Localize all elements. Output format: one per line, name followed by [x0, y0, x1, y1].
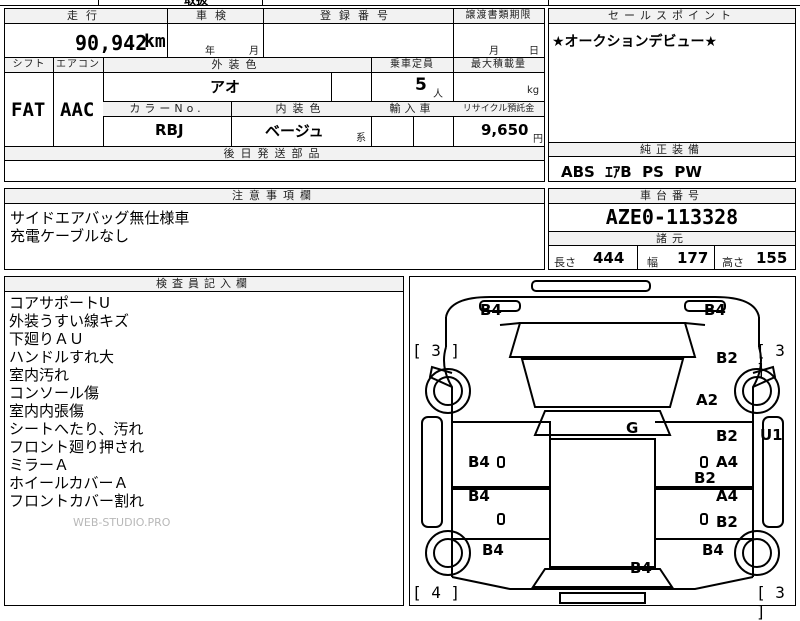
tire-label-rear-left: [ 4 ] — [412, 583, 461, 602]
top-strip-text: 取扱 — [184, 0, 209, 7]
vehicle-info-grid: 走行 車検 登録番号 譲渡書類期限 90,942 km 年 月 月 日 シフト … — [4, 8, 545, 182]
aircon-value: AAC — [60, 99, 95, 121]
transfer-day-label: 日 — [529, 46, 539, 57]
inspection-month-label: 月 — [249, 46, 259, 57]
registration-header: 登録番号 — [320, 9, 396, 22]
notes-line: サイドエアバッグ無仕様車 — [10, 209, 190, 227]
inspector-line: ホイールカバーＡ — [9, 474, 129, 492]
max-load-header: 最大積載量 — [471, 59, 526, 70]
inspector-line: 室内内張傷 — [9, 402, 85, 420]
inspector-line: ミラーＡ — [9, 456, 70, 474]
aircon-header: エアコン — [56, 59, 100, 70]
inspector-line: ハンドルすれ大 — [9, 348, 115, 366]
inspector-line: コンソール傷 — [9, 384, 100, 402]
width-label: 幅 — [647, 256, 658, 269]
damage-code-g-center: G — [626, 419, 639, 437]
height-label: 高さ — [722, 256, 744, 269]
interior-color-suffix: 系 — [356, 133, 366, 144]
tire-label-front-right: [ 3 ] — [756, 341, 785, 379]
import-header: 輸入車 — [389, 102, 435, 115]
sales-point-text: ★オークションデビュー★ — [552, 34, 718, 50]
inspection-header: 車検 — [196, 9, 234, 22]
top-strip: 取扱 — [0, 0, 800, 7]
damage-code-b4-top-left: B4 — [480, 301, 502, 319]
length-label: 長さ — [554, 256, 576, 269]
inspector-box: 検査員記入欄 コアサポートU 外装うすい線キズ 下廻りＡＵ ハンドルすれ大 室内… — [4, 276, 404, 606]
tire-label-rear-right: [ 3 ] — [756, 583, 785, 621]
inspector-line: コアサポートU — [9, 294, 110, 312]
exterior-color-value: アオ — [210, 78, 241, 96]
inspector-line: シートへたり、汚れ — [9, 420, 144, 438]
transfer-deadline-header: 譲渡書類期限 — [465, 10, 532, 21]
damage-code-b4-top-right: B4 — [704, 301, 726, 319]
exterior-color-header: 外装色 — [211, 58, 263, 71]
chassis-box: 車台番号 AZE0-113328 諸元 長さ 444 幅 177 高さ 155 — [548, 188, 796, 270]
transfer-month-label: 月 — [489, 46, 499, 57]
damage-code-b4-left-front-door: B4 — [468, 453, 490, 471]
damage-code-b2-right-mid: B2 — [694, 469, 716, 487]
sales-point-header: セールスポイント — [608, 9, 736, 22]
specs-header: 諸元 — [656, 232, 688, 245]
chassis-header: 車台番号 — [640, 189, 704, 202]
capacity-unit: 人 — [433, 89, 443, 100]
inspector-line: 下廻りＡＵ — [9, 330, 85, 348]
damage-code-b4-left-rear: B4 — [482, 541, 504, 559]
tire-label-front-left: [ 3 ] — [412, 341, 461, 360]
standard-equipment-value: ABS ｴｱB PS PW — [561, 163, 702, 181]
shift-value: FAT — [11, 99, 46, 121]
notes-header: 注意事項欄 — [232, 189, 317, 202]
inspector-header: 検査員記入欄 — [156, 277, 252, 290]
inspector-line: 外装うすい線キズ — [9, 312, 130, 330]
mileage-value: 90,942 — [75, 31, 148, 55]
height-value: 155 — [756, 249, 788, 267]
interior-color-header: 内装色 — [275, 102, 327, 115]
capacity-value: 5 — [415, 75, 427, 95]
interior-color-value: ベージュ — [265, 122, 324, 140]
damage-code-u1-right: U1 — [760, 426, 783, 444]
capacity-header: 乗車定員 — [390, 59, 434, 70]
max-load-unit: kg — [527, 85, 540, 96]
recycle-value: 9,650 — [481, 121, 529, 139]
inspector-lines: コアサポートU 外装うすい線キズ 下廻りＡＵ ハンドルすれ大 室内汚れ コンソー… — [9, 294, 144, 510]
sales-point-box: セールスポイント ★オークションデビュー★ 純正装備 ABS ｴｱB PS PW — [548, 8, 796, 182]
notes-lines: サイドエアバッグ無仕様車 充電ケーブルなし — [10, 209, 189, 245]
damage-code-b4-left-rear-door: B4 — [468, 487, 490, 505]
inspector-line: 室内汚れ — [9, 366, 70, 384]
car-diagram-box: B4 B4 [ 3 ] [ 3 ] B2 A2 G B2 U1 B4 A4 B2… — [409, 276, 796, 621]
shift-header: シフト — [12, 59, 46, 70]
mileage-header: 走行 — [67, 9, 105, 22]
standard-equipment-header: 純正装備 — [640, 143, 704, 156]
damage-code-b2-right-front: B2 — [716, 349, 738, 367]
notes-line: 充電ケーブルなし — [10, 227, 130, 245]
mileage-unit: km — [144, 31, 166, 52]
damage-code-b4-right-rear: B4 — [702, 541, 724, 559]
color-no-header: カラーNo. — [129, 102, 205, 115]
damage-code-a4-right-front-door: A4 — [716, 453, 739, 471]
inspector-line: フロント廻り押され — [9, 438, 145, 456]
damage-code-a4-right-rear-door: A4 — [716, 487, 739, 505]
watermark: WEB-STUDIO.PRO — [73, 516, 171, 529]
color-no-value: RBJ — [155, 121, 184, 139]
inspector-line: フロントカバー割れ — [9, 492, 145, 510]
damage-code-b2-right-rear-door: B2 — [716, 513, 738, 531]
inspection-year-label: 年 — [205, 46, 215, 57]
recycle-header: リサイクル預託金 — [462, 104, 535, 114]
damage-code-b2-right-door: B2 — [716, 427, 738, 445]
later-parts-header: 後日発送部品 — [223, 147, 326, 160]
damage-code-b4-rear-center: B4 — [630, 559, 652, 577]
length-value: 444 — [593, 249, 625, 267]
notes-box: 注意事項欄 サイドエアバッグ無仕様車 充電ケーブルなし — [4, 188, 545, 270]
chassis-number: AZE0-113328 — [605, 205, 739, 229]
damage-code-a2-right: A2 — [696, 391, 719, 409]
recycle-unit: 円 — [533, 134, 543, 145]
width-value: 177 — [677, 249, 709, 267]
